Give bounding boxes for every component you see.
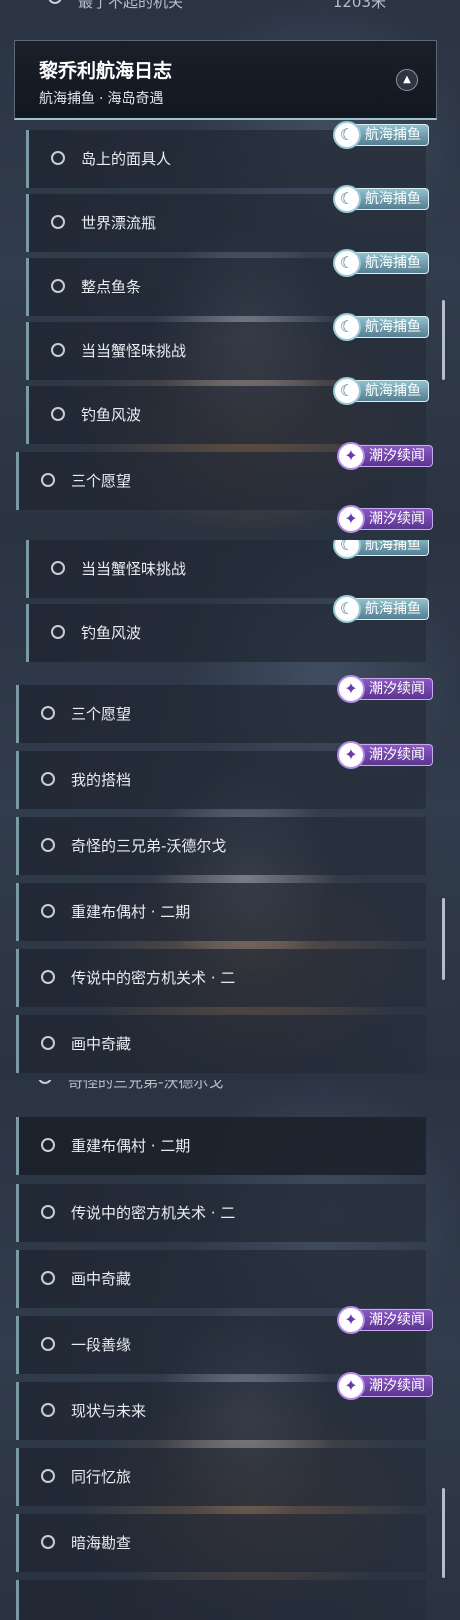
quest-label: 画中奇藏 <box>71 1270 132 1288</box>
tag-tide-sequel: ✦ 潮汐续闻 <box>337 505 433 533</box>
quest-label: 钓鱼风波 <box>81 624 142 642</box>
tide-emblem-icon: ✦ <box>337 1372 365 1400</box>
list-item-truncated[interactable]: 最了不起的机关 1203米 <box>26 0 426 26</box>
quest-label: 重建布偶村 · 二期 <box>71 1137 191 1155</box>
circle-status-icon <box>41 706 55 720</box>
tag-sailing-fishing: ☾ 航海捕鱼 <box>333 540 429 559</box>
tag-sailing-fishing: ☾ 航海捕鱼 <box>333 121 429 149</box>
fish-emblem-icon: ☾ <box>333 121 361 149</box>
quest-item[interactable]: 重建布偶村 · 二期 <box>16 883 426 941</box>
quest-label: 现状与未来 <box>71 1402 147 1420</box>
tide-emblem-icon: ✦ <box>337 505 365 533</box>
tag-tide-sequel: ✦ 潮汐续闻 <box>337 1306 433 1334</box>
circle-status-icon <box>51 151 65 165</box>
tag-tide-sequel: ✦ 潮汐续闻 <box>337 1372 433 1400</box>
quest-item[interactable]: 暗海勘查 <box>16 1514 426 1572</box>
quest-list-panel-1: 最了不起的机关 1203米 黎乔利航海日志 航海捕鱼 · 海岛奇遇 ▲ ☾ 航海捕鱼 … <box>0 0 460 540</box>
fish-emblem-icon: ☾ <box>333 249 361 277</box>
group-title: 黎乔利航海日志 <box>39 60 173 82</box>
quest-label: 钓鱼风波 <box>81 406 142 424</box>
group-category: 海岛奇遇 <box>107 91 164 107</box>
circle-status-icon <box>48 0 62 4</box>
group-subtitle: 航海捕鱼 · 海岛奇遇 <box>39 88 163 108</box>
tide-emblem-icon: ✦ <box>337 442 365 470</box>
tag-sailing-fishing: ☾ 航海捕鱼 <box>333 185 429 213</box>
scrollbar-thumb[interactable] <box>442 1488 445 1578</box>
circle-status-icon <box>41 904 55 918</box>
quest-item-selected[interactable]: 重建布偶村 · 二期 <box>16 1117 426 1175</box>
quest-label: 最了不起的机关 <box>78 0 184 11</box>
quest-item[interactable]: 奇怪的三兄弟-沃德尔戈 <box>16 817 426 875</box>
circle-status-icon <box>41 970 55 984</box>
quest-label: 当当蟹怪味挑战 <box>81 560 187 578</box>
circle-status-icon <box>41 1138 55 1152</box>
tag-tide-sequel: ✦ 潮汐续闻 <box>337 442 433 470</box>
tide-emblem-icon: ✦ <box>337 741 365 769</box>
tag-sailing-fishing: ☾ 航海捕鱼 <box>333 595 429 623</box>
quest-label: 重建布偶村 · 二期 <box>71 903 191 921</box>
circle-status-icon <box>41 1469 55 1483</box>
scrollbar-thumb[interactable] <box>442 300 445 380</box>
circle-status-icon <box>41 1403 55 1417</box>
distance-value: 1203米 <box>332 0 386 11</box>
circle-status-icon <box>41 1271 55 1285</box>
quest-label: 当当蟹怪味挑战 <box>81 342 187 360</box>
circle-status-icon <box>51 279 65 293</box>
quest-item[interactable]: 画中奇藏 <box>16 1015 426 1073</box>
quest-label: 三个愿望 <box>71 705 132 723</box>
quest-label: 世界漂流瓶 <box>81 214 157 232</box>
chevron-up-icon[interactable]: ▲ <box>396 69 418 91</box>
circle-status-icon <box>41 1036 55 1050</box>
circle-status-icon <box>51 215 65 229</box>
tag-tide-sequel: ✦ 潮汐续闻 <box>337 741 433 769</box>
quest-list-panel-2: ☾ 航海捕鱼 当当蟹怪味挑战 ☾ 航海捕鱼 钓鱼风波 ✦ 潮汐续闻 三个愿望 ✦ 潮汐续… <box>0 540 460 1080</box>
fish-emblem-icon: ☾ <box>333 313 361 341</box>
quest-item[interactable]: 同行忆旅 <box>16 1448 426 1506</box>
circle-status-icon <box>41 473 55 487</box>
fish-emblem-icon: ☾ <box>333 595 361 623</box>
tag-tide-sequel: ✦ 潮汐续闻 <box>337 675 433 703</box>
circle-status-icon <box>51 561 65 575</box>
fish-emblem-icon: ☾ <box>333 185 361 213</box>
fish-emblem-icon: ☾ <box>333 377 361 405</box>
tide-emblem-icon: ✦ <box>337 675 365 703</box>
quest-label: 一段善缘 <box>71 1336 132 1354</box>
quest-item[interactable]: 传说中的密方机关术 · 二 <box>16 1184 426 1242</box>
list-item-truncated[interactable]: 奇怪的三兄弟-沃德尔戈 <box>16 1080 416 1106</box>
quest-label: 同行忆旅 <box>71 1468 132 1486</box>
quest-label: 传说中的密方机关术 · 二 <box>71 969 236 987</box>
quest-label: 奇怪的三兄弟-沃德尔戈 <box>71 837 227 855</box>
circle-status-icon <box>51 343 65 357</box>
quest-item-partial[interactable] <box>16 1580 426 1620</box>
circle-status-icon <box>41 772 55 786</box>
quest-label: 我的搭档 <box>71 771 132 789</box>
quest-label: 三个愿望 <box>71 472 132 490</box>
quest-label: 暗海勘查 <box>71 1534 132 1552</box>
tag-sailing-fishing: ☾ 航海捕鱼 <box>333 377 429 405</box>
quest-item[interactable]: 传说中的密方机关术 · 二 <box>16 949 426 1007</box>
scrollbar-thumb[interactable] <box>442 898 445 980</box>
quest-label: 整点鱼条 <box>81 278 142 296</box>
circle-status-icon <box>51 407 65 421</box>
tide-emblem-icon: ✦ <box>337 1306 365 1334</box>
group-category: 航海捕鱼 <box>39 91 95 107</box>
quest-label: 奇怪的三兄弟-沃德尔戈 <box>68 1080 224 1091</box>
tag-sailing-fishing: ☾ 航海捕鱼 <box>333 313 429 341</box>
quest-list-panel-3: 奇怪的三兄弟-沃德尔戈 重建布偶村 · 二期 传说中的密方机关术 · 二 画中奇… <box>0 1080 460 1620</box>
circle-status-icon <box>41 838 55 852</box>
circle-status-icon <box>51 625 65 639</box>
separator: · <box>99 91 104 107</box>
quest-label: 传说中的密方机关术 · 二 <box>71 1204 236 1222</box>
circle-status-icon <box>41 1205 55 1219</box>
circle-status-icon <box>41 1337 55 1351</box>
quest-group-header[interactable]: 黎乔利航海日志 航海捕鱼 · 海岛奇遇 ▲ <box>14 40 437 120</box>
quest-label: 画中奇藏 <box>71 1035 132 1053</box>
circle-status-icon <box>41 1535 55 1549</box>
tag-sailing-fishing: ☾ 航海捕鱼 <box>333 249 429 277</box>
quest-label: 岛上的面具人 <box>81 150 172 168</box>
circle-status-icon <box>38 1080 52 1084</box>
quest-item[interactable]: 画中奇藏 <box>16 1250 426 1308</box>
